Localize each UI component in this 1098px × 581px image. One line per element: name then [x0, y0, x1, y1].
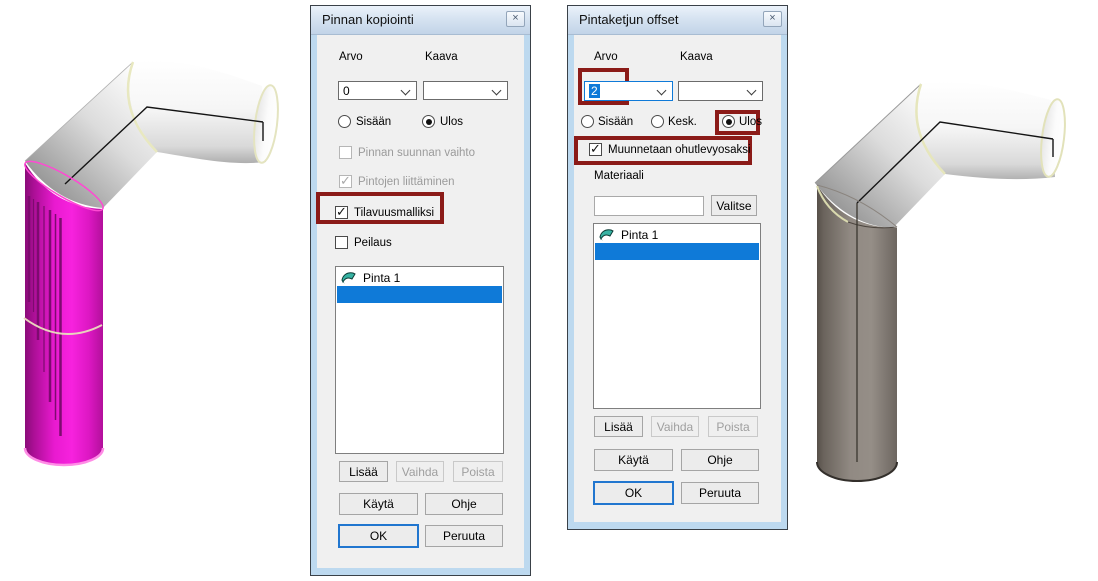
- close-icon[interactable]: ×: [763, 11, 782, 27]
- checkbox-label: Peilaus: [354, 237, 392, 249]
- radio-sisaan[interactable]: [338, 115, 351, 128]
- ok-button[interactable]: OK: [338, 524, 419, 548]
- checkbox-label: Muunnetaan ohutlevyosaksi: [608, 144, 751, 156]
- valitse-button[interactable]: Valitse: [711, 195, 757, 216]
- check-icon: ✓: [590, 141, 601, 157]
- ok-button[interactable]: OK: [593, 481, 674, 505]
- materiaali-field[interactable]: [594, 196, 704, 216]
- kaava-combobox[interactable]: [678, 81, 763, 101]
- arvo-value: 0: [343, 84, 350, 98]
- list-item[interactable]: Pinta 1: [595, 226, 759, 243]
- check-icon: ✓: [336, 204, 347, 220]
- list-item[interactable]: Pinta 1: [337, 269, 502, 286]
- chevron-down-icon[interactable]: [747, 86, 757, 96]
- chevron-down-icon[interactable]: [657, 86, 667, 96]
- lisaa-button[interactable]: Lisää: [594, 416, 643, 437]
- selected-list-row[interactable]: [595, 243, 759, 260]
- surface-icon: [341, 271, 357, 285]
- kaava-combobox[interactable]: [423, 81, 508, 100]
- checkbox-label: Tilavuusmalliksi: [354, 207, 434, 219]
- poista-button: Poista: [453, 461, 503, 482]
- ohje-button[interactable]: Ohje: [425, 493, 503, 515]
- poista-button: Poista: [708, 416, 758, 437]
- vaihda-button: Vaihda: [396, 461, 444, 482]
- chevron-down-icon[interactable]: [401, 86, 411, 96]
- surface-listbox[interactable]: Pinta 1: [593, 223, 761, 409]
- radio-ulos[interactable]: [422, 115, 435, 128]
- vaihda-button: Vaihda: [651, 416, 699, 437]
- materiaali-label: Materiaali: [594, 170, 644, 182]
- arvo-combobox[interactable]: 0: [338, 81, 417, 100]
- checkbox-pintojen-liittaminen: ✓: [339, 175, 352, 188]
- kayta-button[interactable]: Käytä: [594, 449, 673, 471]
- checkbox-pinnan-suunnan-vaihto: [339, 146, 352, 159]
- dialog-pintaketjun-offset: Pintaketjun offset × Arvo Kaava 2 Sisään…: [567, 5, 788, 530]
- dialog-title: Pinnan kopiointi: [322, 12, 414, 27]
- radio-ulos-label: Ulos: [739, 116, 762, 128]
- checkbox-tilavuusmalliksi[interactable]: ✓: [335, 206, 348, 219]
- checkbox-label: Pintojen liittäminen: [358, 176, 455, 188]
- checkbox-muunnetaan-ohutlevyosaksi[interactable]: ✓: [589, 143, 602, 156]
- titlebar[interactable]: Pinnan kopiointi ×: [311, 6, 530, 35]
- arvo-label: Arvo: [339, 51, 363, 63]
- radio-sisaan-label: Sisään: [598, 116, 633, 128]
- model-left-surface[interactable]: [0, 0, 310, 581]
- list-item-label: Pinta 1: [363, 271, 400, 285]
- radio-kesk[interactable]: [651, 115, 664, 128]
- radio-sisaan-label: Sisään: [356, 116, 391, 128]
- surface-listbox[interactable]: Pinta 1: [335, 266, 504, 454]
- radio-sisaan[interactable]: [581, 115, 594, 128]
- selected-list-row[interactable]: [337, 286, 502, 303]
- peruuta-button[interactable]: Peruuta: [681, 482, 759, 504]
- screenshot-stage: Pinnan kopiointi × Arvo Kaava 0 Sisään U…: [0, 0, 1098, 581]
- list-item-label: Pinta 1: [621, 228, 658, 242]
- chevron-down-icon[interactable]: [492, 86, 502, 96]
- surface-icon: [599, 228, 615, 242]
- lisaa-button[interactable]: Lisää: [339, 461, 388, 482]
- dialog-title: Pintaketjun offset: [579, 12, 679, 27]
- dialog-pinnan-kopiointi: Pinnan kopiointi × Arvo Kaava 0 Sisään U…: [310, 5, 531, 576]
- kayta-button[interactable]: Käytä: [339, 493, 418, 515]
- checkbox-peilaus[interactable]: [335, 236, 348, 249]
- model-right-solid[interactable]: [790, 0, 1098, 581]
- titlebar[interactable]: Pintaketjun offset ×: [568, 6, 787, 35]
- arvo-combobox[interactable]: 2: [584, 81, 673, 101]
- radio-kesk-label: Kesk.: [668, 116, 697, 128]
- radio-ulos[interactable]: [722, 115, 735, 128]
- radio-ulos-label: Ulos: [440, 116, 463, 128]
- ohje-button[interactable]: Ohje: [681, 449, 759, 471]
- checkbox-label: Pinnan suunnan vaihto: [358, 147, 475, 159]
- kaava-label: Kaava: [425, 51, 458, 63]
- close-icon[interactable]: ×: [506, 11, 525, 27]
- peruuta-button[interactable]: Peruuta: [425, 525, 503, 547]
- check-icon: ✓: [340, 173, 351, 189]
- arvo-value: 2: [589, 84, 600, 98]
- arvo-label: Arvo: [594, 51, 618, 63]
- kaava-label: Kaava: [680, 51, 713, 63]
